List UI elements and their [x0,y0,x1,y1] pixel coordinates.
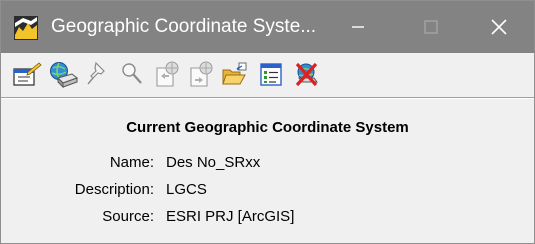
list-button[interactable] [255,59,287,89]
source-value: ESRI PRJ [ArcGIS] [166,208,295,225]
search-icon [122,63,142,84]
import-button[interactable] [185,59,217,89]
import-icon [190,61,213,87]
description-row: Description: LGCS [1,181,534,201]
edit-properties-button[interactable] [11,59,43,89]
source-label: Source: [102,208,154,225]
open-folder-icon [222,62,247,85]
delete-button[interactable] [291,59,323,89]
search-button[interactable] [117,59,149,89]
toolbar [1,53,534,97]
coordinate-system-info: Current Geographic Coordinate System Nam… [1,99,534,243]
name-row: Name: Des No_SRxx [1,154,534,174]
name-value: Des No_SRxx [166,154,261,171]
pin-button[interactable] [83,59,115,89]
section-heading: Current Geographic Coordinate System [126,119,409,136]
pin-icon [87,61,105,85]
maximize-icon [424,20,438,34]
coordinate-system-window: Geographic Coordinate Syste... Current G… [0,0,535,244]
window-title: Geographic Coordinate Syste... [51,16,317,37]
delete-icon [295,62,318,87]
description-label: Description: [74,181,154,198]
maximize-button[interactable] [396,1,466,53]
export-icon [156,61,179,87]
edit-properties-icon [13,62,42,86]
description-value: LGCS [166,181,207,198]
select-from-library-icon [50,62,78,88]
open-folder-button[interactable] [219,59,251,89]
app-map-icon [13,15,39,41]
minimize-icon [352,26,364,28]
title-bar[interactable]: Geographic Coordinate Syste... [1,1,534,53]
list-icon [260,63,282,86]
close-button[interactable] [464,1,534,53]
select-library-button[interactable] [47,59,79,89]
name-label: Name: [109,154,154,171]
minimize-button[interactable] [323,1,393,53]
close-icon [491,19,507,35]
export-button[interactable] [151,59,183,89]
source-row: Source: ESRI PRJ [ArcGIS] [1,208,534,228]
